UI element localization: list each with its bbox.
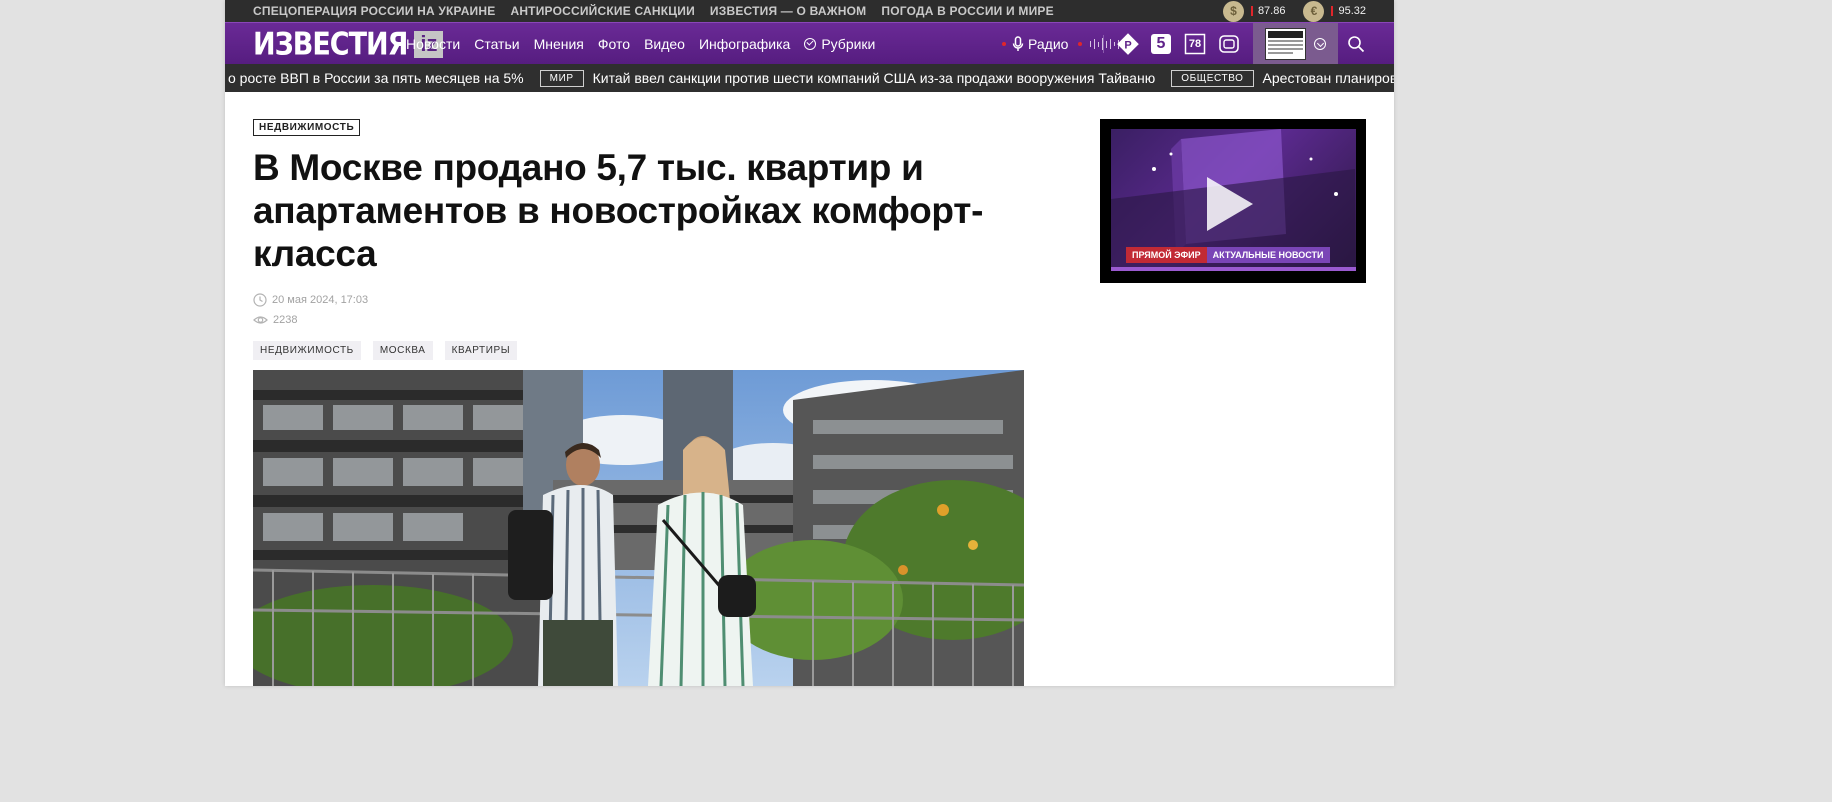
ticker-track: о росте ВВП в России за пять месяцев на …	[228, 64, 1394, 92]
news-label: АКТУАЛЬНЫЕ НОВОСТИ	[1206, 247, 1330, 263]
channel-5-icon[interactable]: 5	[1150, 33, 1172, 55]
newspaper-icon	[1265, 28, 1306, 60]
article-title: В Москве продано 5,7 тыс. квартир и апар…	[253, 147, 984, 274]
tag-realty[interactable]: НЕДВИЖИМОСТЬ	[253, 341, 361, 360]
live-video-player[interactable]: ПРЯМОЙ ЭФИР АКТУАЛЬНЫЕ НОВОСТИ	[1100, 119, 1366, 283]
rate-indicator	[1331, 6, 1334, 16]
eur-rate-value: 95.32	[1338, 5, 1366, 17]
top-link-special-operation[interactable]: СПЕЦОПЕРАЦИЯ РОССИИ НА УКРАИНЕ	[253, 4, 495, 18]
euro-icon: €	[1303, 0, 1325, 22]
live-label: ПРЯМОЙ ЭФИР	[1126, 247, 1207, 263]
tag-moscow[interactable]: МОСКВА	[372, 341, 433, 360]
channel-78-label: 78	[1188, 38, 1202, 50]
live-dot	[1078, 42, 1083, 46]
nav-menu: Новости Статьи Мнения Фото Видео Инфогра…	[406, 23, 875, 65]
channel-5-label: 5	[1156, 35, 1166, 52]
chevron-down-icon	[1314, 38, 1326, 50]
newspaper-button[interactable]	[1253, 23, 1338, 65]
article-rubric[interactable]: НЕДВИЖИМОСТЬ	[253, 119, 361, 136]
microphone-icon	[1012, 36, 1024, 51]
nav-item-news[interactable]: Новости	[406, 36, 460, 52]
eur-rate: € 95.32	[1303, 0, 1366, 22]
equalizer-icon	[1090, 38, 1120, 50]
tag-apartments[interactable]: КВАРТИРЫ	[444, 341, 518, 360]
nav-item-opinions[interactable]: Мнения	[534, 36, 584, 52]
nav-item-rubrics-label: Рубрики	[821, 36, 876, 52]
logo-wordmark: ИЗВЕСТИЯ	[253, 26, 408, 62]
radio-label: Радио	[1028, 36, 1069, 52]
top-link-important[interactable]: ИЗВЕСТИЯ — О ВАЖНОМ	[710, 4, 866, 18]
nav-item-rubrics[interactable]: Рубрики	[804, 36, 875, 52]
ticker-item[interactable]: о росте ВВП в России за пять месяцев на …	[228, 70, 524, 86]
top-links: СПЕЦОПЕРАЦИЯ РОССИИ НА УКРАИНЕ АНТИРОССИ…	[253, 0, 1054, 22]
article-photo	[253, 370, 1024, 686]
eye-icon	[253, 316, 268, 324]
channel-78-icon[interactable]: 78	[1184, 33, 1206, 55]
live-banner: ПРЯМОЙ ЭФИР АКТУАЛЬНЫЕ НОВОСТИ	[1126, 247, 1330, 263]
top-link-sanctions[interactable]: АНТИРОССИЙСКИЕ САНКЦИИ	[510, 4, 694, 18]
usd-rate-value: 87.86	[1257, 5, 1286, 17]
radio-button[interactable]: Радио	[1002, 23, 1120, 65]
dollar-icon: $	[1222, 0, 1244, 22]
main-nav: ИЗВЕСТИЯ iz Новости Статьи Мнения Фото В…	[225, 22, 1394, 65]
channel-ren-icon[interactable]: Р	[1117, 33, 1139, 55]
top-link-weather[interactable]: ПОГОДА В РОССИИ И МИРЕ	[881, 4, 1053, 18]
article-tags: НЕДВИЖИМОСТЬ МОСКВА КВАРТИРЫ	[253, 341, 518, 360]
nav-item-articles[interactable]: Статьи	[474, 36, 519, 52]
page: СПЕЦОПЕРАЦИЯ РОССИИ НА УКРАИНЕ АНТИРОССИ…	[225, 0, 1394, 686]
video-thumbnail: ПРЯМОЙ ЭФИР АКТУАЛЬНЫЕ НОВОСТИ	[1111, 129, 1356, 271]
article-views-count: 2238	[273, 314, 298, 326]
news-ticker: о росте ВВП в России за пять месяцев на …	[225, 64, 1394, 92]
live-dot	[1002, 42, 1006, 46]
nav-item-infographics[interactable]: Инфографика	[699, 36, 790, 52]
play-icon[interactable]	[1207, 177, 1253, 231]
article-date: 20 мая 2024, 17:03	[253, 293, 368, 307]
clock-icon	[253, 293, 267, 307]
article-photo-image	[253, 370, 1024, 686]
channel-tv-icon[interactable]	[1218, 33, 1240, 55]
nav-item-photo[interactable]: Фото	[598, 36, 630, 52]
rate-indicator	[1250, 6, 1253, 16]
nav-item-video[interactable]: Видео	[644, 36, 685, 52]
currency-rates: $ 87.86 € 95.32	[1205, 0, 1366, 22]
rubrics-check-icon	[804, 38, 817, 50]
article-date-text: 20 мая 2024, 17:03	[272, 294, 369, 306]
ticker-tag[interactable]: ОБЩЕСТВО	[1171, 69, 1254, 87]
ticker-item[interactable]: Арестован планировавший	[1263, 70, 1394, 86]
usd-rate: $ 87.86	[1222, 0, 1286, 22]
top-strip: СПЕЦОПЕРАЦИЯ РОССИИ НА УКРАИНЕ АНТИРОССИ…	[225, 0, 1394, 22]
video-progress-bar	[1111, 267, 1356, 271]
article-views: 2238	[253, 313, 297, 327]
ticker-item[interactable]: Китай ввел санкции против шести компаний…	[593, 70, 1156, 86]
nav-divider	[1103, 35, 1104, 53]
ticker-tag[interactable]: МИР	[539, 69, 584, 87]
svg-text:Р: Р	[1124, 40, 1131, 52]
search-icon[interactable]	[1347, 35, 1365, 53]
